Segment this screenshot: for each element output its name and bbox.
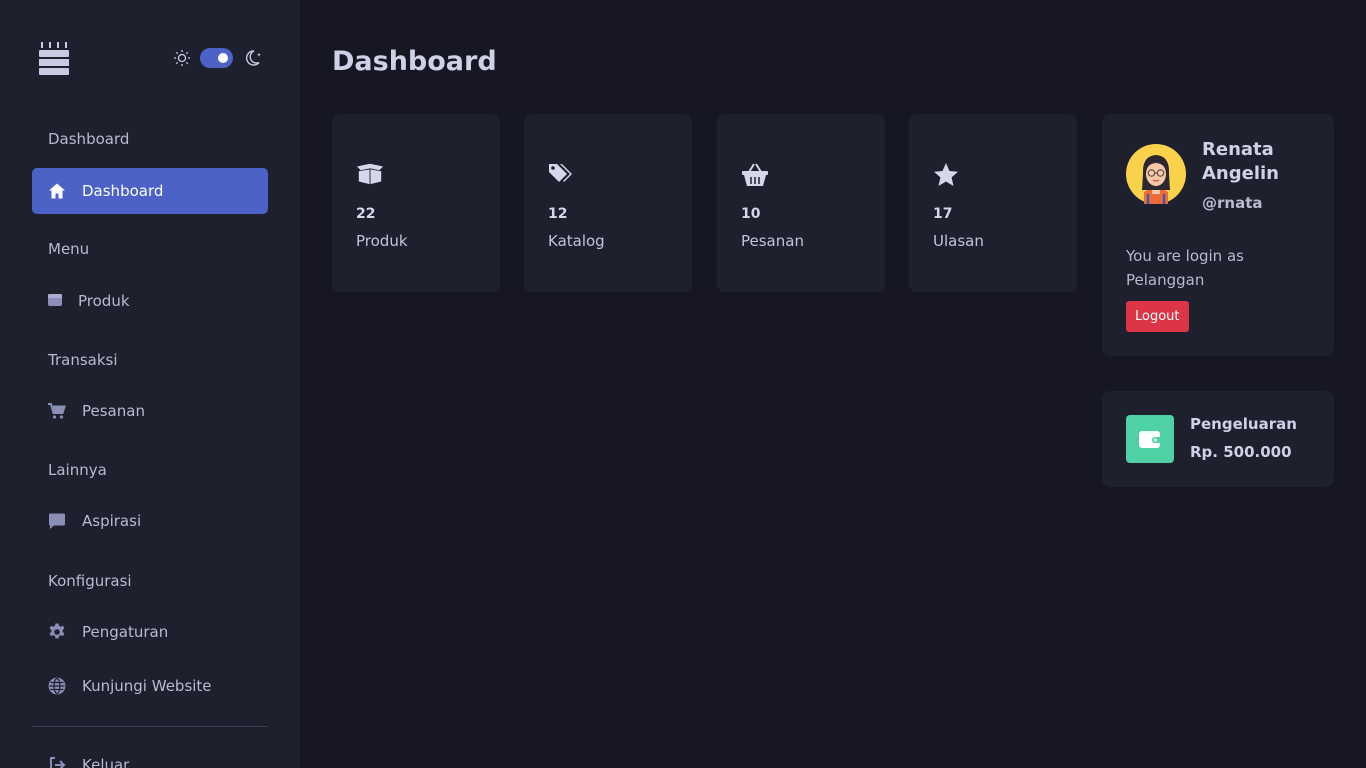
stat-number: 17 xyxy=(933,206,953,222)
sidebar-item-label: Kunjungi Website xyxy=(82,677,212,695)
stat-label: Katalog xyxy=(548,232,605,250)
sun-icon xyxy=(172,48,192,68)
expense-label: Pengeluaran xyxy=(1190,415,1297,433)
stat-label: Ulasan xyxy=(933,232,984,250)
section-heading-transaksi: Transaksi xyxy=(48,351,118,369)
stat-number: 10 xyxy=(741,206,761,222)
sidebar-item-label: Keluar xyxy=(82,756,130,768)
nav-divider xyxy=(32,726,268,727)
avatar xyxy=(1126,144,1186,204)
stat-card-katalog[interactable]: 12 Katalog xyxy=(524,114,692,292)
comment-icon xyxy=(48,512,66,530)
section-heading-dashboard: Dashboard xyxy=(48,130,130,148)
app: Dashboard Dashboard Menu Produk Transaks… xyxy=(0,0,1366,768)
star-icon xyxy=(933,162,961,188)
stat-card-pesanan[interactable]: 10 Pesanan xyxy=(717,114,885,292)
sidebar-item-label: Pengaturan xyxy=(82,623,169,641)
profile-handle: @rnata xyxy=(1202,194,1263,212)
section-heading-menu: Menu xyxy=(48,240,90,258)
sidebar-item-dashboard[interactable]: Dashboard xyxy=(32,168,268,214)
sidebar-item-label: Produk xyxy=(78,292,130,310)
profile-card: Renata Angelin @rnata You are login as P… xyxy=(1102,114,1334,356)
stat-label: Produk xyxy=(356,232,408,250)
stat-card-ulasan[interactable]: 17 Ulasan xyxy=(909,114,1077,292)
expense-amount: Rp. 500.000 xyxy=(1190,443,1292,461)
sign-out-icon xyxy=(48,756,66,768)
cart-icon xyxy=(48,402,66,420)
gear-icon xyxy=(48,623,66,641)
section-heading-konfigurasi: Konfigurasi xyxy=(48,572,132,590)
sidebar: Dashboard Dashboard Menu Produk Transaks… xyxy=(0,0,300,768)
sidebar-item-aspirasi[interactable]: Aspirasi xyxy=(32,498,268,544)
wallet-icon xyxy=(1126,415,1174,463)
sidebar-item-pengaturan[interactable]: Pengaturan xyxy=(32,609,268,655)
moon-icon xyxy=(245,48,265,68)
tags-icon xyxy=(548,162,576,188)
open-box-icon xyxy=(356,162,384,188)
globe-icon xyxy=(48,677,66,695)
expense-card: Pengeluaran Rp. 500.000 xyxy=(1102,391,1334,487)
theme-switch xyxy=(172,48,265,68)
login-status-text: You are login as Pelanggan xyxy=(1126,247,1244,289)
home-icon xyxy=(48,182,66,200)
stat-card-produk[interactable]: 22 Produk xyxy=(332,114,500,292)
birthday-cake-icon[interactable] xyxy=(38,40,70,76)
sidebar-item-label: Aspirasi xyxy=(82,512,142,530)
profile-name: Renata Angelin xyxy=(1202,139,1279,184)
sidebar-item-label: Pesanan xyxy=(82,402,145,420)
stat-label: Pesanan xyxy=(741,232,804,250)
sidebar-item-keluar[interactable]: Keluar xyxy=(32,742,268,768)
sidebar-item-kunjungi-website[interactable]: Kunjungi Website xyxy=(32,663,268,709)
page-title: Dashboard xyxy=(332,46,497,77)
stat-number: 22 xyxy=(356,206,376,222)
sidebar-item-pesanan[interactable]: Pesanan xyxy=(32,388,268,434)
logout-button[interactable]: Logout xyxy=(1126,301,1189,332)
sidebar-item-produk[interactable]: Produk xyxy=(32,278,268,324)
basket-icon xyxy=(741,162,769,188)
box-icon xyxy=(48,292,62,310)
theme-toggle[interactable] xyxy=(200,48,233,68)
sidebar-item-label: Dashboard xyxy=(82,182,164,200)
stat-number: 12 xyxy=(548,206,568,222)
section-heading-lainnya: Lainnya xyxy=(48,461,107,479)
toggle-knob xyxy=(218,53,228,63)
